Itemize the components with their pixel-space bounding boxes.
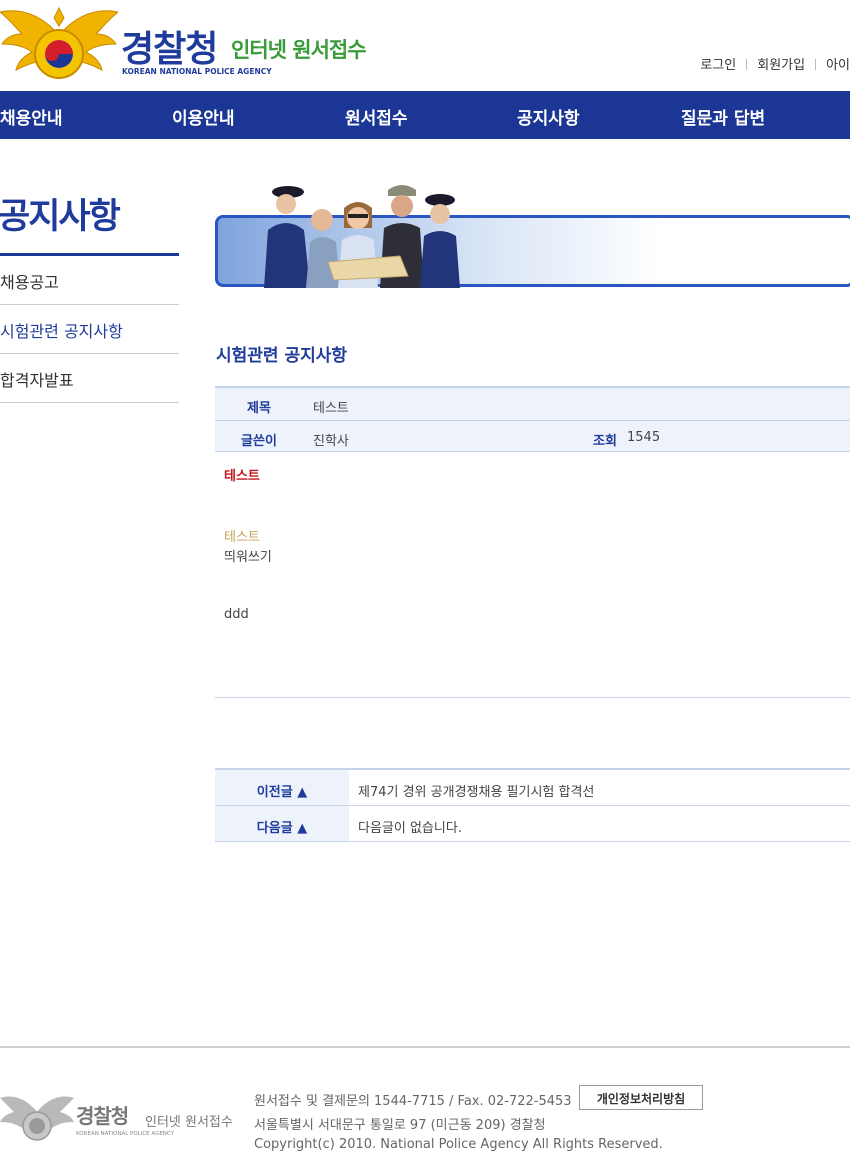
post-body-line: 띄워쓰기: [224, 550, 272, 565]
page-title: 시험관련 공지사항: [216, 346, 348, 366]
login-link[interactable]: 로그인: [700, 58, 736, 73]
site-header: 경찰청 인터넷 원서접수 KOREAN NATIONAL POLICE AGEN…: [0, 0, 850, 91]
footer-logo-title: 경찰청: [76, 1104, 129, 1128]
post-subject: 테스트: [313, 401, 349, 416]
section-title: 공지사항: [0, 197, 121, 237]
post-body: 테스트 테스트 띄워쓰기 ddd: [215, 452, 850, 698]
next-post-text: 다음글이 없습니다.: [358, 821, 462, 836]
triangle-up-icon: ▲: [297, 785, 308, 800]
nav-recruit-info[interactable]: 채용안내: [0, 104, 63, 129]
writer-label: 글쓴이: [241, 434, 277, 449]
next-post-row[interactable]: 다음글 ▲ 다음글이 없습니다.: [215, 806, 850, 842]
sidebar-item-results[interactable]: 합격자발표: [0, 354, 179, 403]
nav-usage-guide[interactable]: 이용안내: [172, 104, 235, 129]
prev-post-link[interactable]: 제74기 경위 공개경쟁채용 필기시험 합격선: [358, 781, 594, 800]
table-row: 글쓴이 진학사 조회 1545: [215, 421, 850, 452]
nav-qna[interactable]: 질문과 답변: [681, 104, 765, 129]
post-body-line: ddd: [224, 607, 249, 622]
post-body-line: 테스트: [224, 469, 260, 484]
post-info-table: 제목 테스트 글쓴이 진학사 조회 1545: [215, 386, 850, 452]
footer-logo-english: KOREAN NATIONAL POLICE AGENCY: [76, 1131, 175, 1137]
footer-copyright: Copyright(c) 2010. National Police Agenc…: [254, 1137, 663, 1152]
post-views: 1545: [627, 430, 661, 445]
prev-post-label: 이전글 ▲: [215, 770, 349, 805]
police-emblem-icon[interactable]: [0, 4, 118, 82]
triangle-up-icon: ▲: [297, 821, 308, 836]
next-label-text: 다음글: [256, 821, 293, 836]
post-navigation: 이전글 ▲ 제74기 경위 공개경쟁채용 필기시험 합격선 다음글 ▲ 다음글이…: [215, 768, 850, 842]
post-body-line: 테스트: [224, 530, 260, 545]
footer-divider: [0, 1046, 850, 1048]
sidebar-item-exam-notices[interactable]: 시험관련 공지사항: [0, 305, 179, 354]
logo-english: KOREAN NATIONAL POLICE AGENCY: [122, 67, 272, 76]
prev-post-row[interactable]: 이전글 ▲ 제74기 경위 공개경쟁채용 필기시험 합격선: [215, 770, 850, 806]
divider: [746, 59, 748, 70]
footer-logo-subtitle: 인터넷 원서접수: [145, 1115, 233, 1130]
post-writer: 진학사: [313, 434, 349, 449]
footer-address: 서울특별시 서대문구 통일로 97 (미근동 209) 경찰청: [254, 1118, 546, 1133]
subject-label: 제목: [247, 401, 271, 416]
signup-link[interactable]: 회원가입: [757, 58, 805, 73]
next-post-label: 다음글 ▲: [215, 806, 349, 841]
prev-label-text: 이전글: [256, 785, 293, 800]
banner-people-image: [264, 185, 460, 288]
logo-subtitle[interactable]: 인터넷 원서접수: [231, 34, 367, 64]
nav-application[interactable]: 원서접수: [345, 104, 408, 129]
nav-notices[interactable]: 공지사항: [517, 104, 580, 129]
table-row: 제목 테스트: [215, 388, 850, 421]
logo-title[interactable]: 경찰청: [121, 20, 218, 72]
divider: [815, 59, 817, 70]
privacy-policy-button[interactable]: 개인정보처리방침: [579, 1085, 703, 1110]
footer-contact: 원서접수 및 결제문의 1544-7715 / Fax. 02-722-5453: [254, 1094, 572, 1109]
utility-menu: 로그인 회원가입 아이: [700, 54, 850, 73]
main-nav: 채용안내 이용안내 원서접수 공지사항 질문과 답변: [0, 91, 850, 139]
sidebar-item-recruit-notice[interactable]: 채용공고: [0, 256, 179, 305]
find-id-link[interactable]: 아이: [826, 58, 850, 73]
views-label: 조회: [593, 434, 617, 449]
footer-emblem-icon: [0, 1096, 74, 1141]
